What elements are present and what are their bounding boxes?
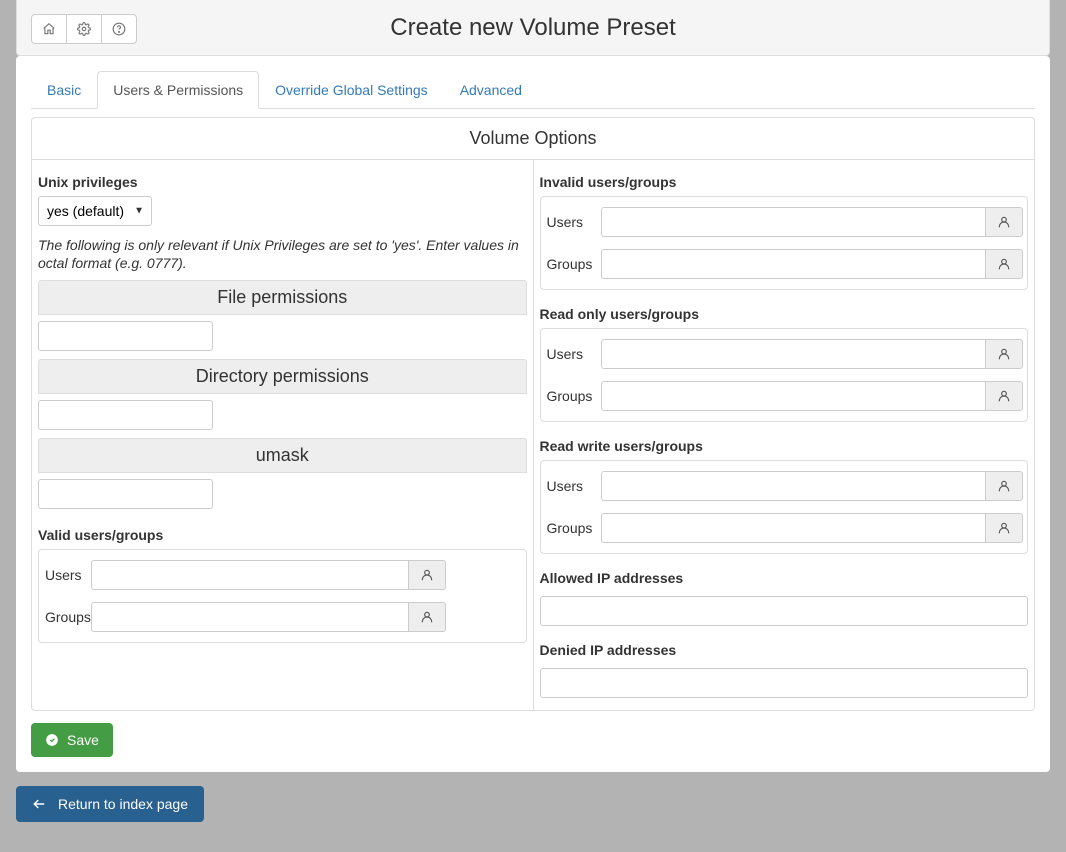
invalid-groups-picker[interactable] — [985, 249, 1023, 279]
user-icon — [420, 610, 434, 624]
volume-options-section: Volume Options Unix privileges yes (defa… — [31, 117, 1035, 711]
rw-groups-input[interactable] — [601, 513, 986, 543]
user-icon — [997, 479, 1011, 493]
user-icon — [420, 568, 434, 582]
home-button[interactable] — [31, 14, 67, 44]
arrow-left-icon — [32, 797, 58, 811]
return-button-label: Return to index page — [58, 796, 188, 812]
user-icon — [997, 521, 1011, 535]
tab-basic[interactable]: Basic — [31, 71, 97, 109]
ro-users-picker[interactable] — [985, 339, 1023, 369]
help-button[interactable] — [101, 14, 137, 44]
ro-groups-input[interactable] — [601, 381, 986, 411]
left-column: Unix privileges yes (default) ▼ The foll… — [32, 160, 534, 710]
umask-header: umask — [38, 438, 527, 473]
right-column: Invalid users/groups Users — [534, 160, 1035, 710]
tab-nav: Basic Users & Permissions Override Globa… — [31, 71, 1035, 109]
invalid-users-label: Users — [545, 214, 601, 230]
tab-advanced[interactable]: Advanced — [444, 71, 538, 109]
denied-ip-input[interactable] — [540, 668, 1029, 698]
user-icon — [997, 347, 1011, 361]
file-perm-header: File permissions — [38, 280, 527, 315]
unix-priv-select[interactable]: yes (default) — [38, 196, 152, 226]
gear-icon — [77, 22, 91, 36]
home-icon — [42, 22, 56, 36]
valid-groups-picker[interactable] — [408, 602, 446, 632]
settings-button[interactable] — [66, 14, 102, 44]
unix-priv-select-wrap: yes (default) ▼ — [38, 196, 152, 226]
ro-panel: Users Groups — [540, 328, 1029, 422]
header-icon-group — [31, 14, 137, 44]
return-button[interactable]: Return to index page — [16, 786, 204, 822]
valid-panel: Users Groups — [38, 549, 527, 643]
allowed-ip-label: Allowed IP addresses — [540, 570, 1029, 586]
rw-users-picker[interactable] — [985, 471, 1023, 501]
rw-groups-picker[interactable] — [985, 513, 1023, 543]
rw-users-input[interactable] — [601, 471, 986, 501]
rw-panel: Users Groups — [540, 460, 1029, 554]
invalid-panel: Users Groups — [540, 196, 1029, 290]
save-button[interactable]: Save — [31, 723, 113, 757]
user-icon — [997, 389, 1011, 403]
valid-users-input[interactable] — [91, 560, 408, 590]
page-title: Create new Volume Preset — [390, 14, 675, 42]
dir-perm-input[interactable] — [38, 400, 213, 430]
check-circle-icon — [45, 733, 67, 747]
valid-users-picker[interactable] — [408, 560, 446, 590]
rw-users-label: Users — [545, 478, 601, 494]
denied-ip-label: Denied IP addresses — [540, 642, 1029, 658]
help-icon — [112, 22, 126, 36]
valid-groups-label: Groups — [43, 609, 91, 625]
valid-users-label: Users — [43, 567, 91, 583]
unix-priv-label: Unix privileges — [38, 174, 527, 190]
file-perm-input[interactable] — [38, 321, 213, 351]
tab-override[interactable]: Override Global Settings — [259, 71, 444, 109]
valid-groups-input[interactable] — [91, 602, 408, 632]
allowed-ip-input[interactable] — [540, 596, 1029, 626]
user-icon — [997, 215, 1011, 229]
invalid-users-input[interactable] — [601, 207, 986, 237]
umask-input[interactable] — [38, 479, 213, 509]
ro-label: Read only users/groups — [540, 306, 1029, 322]
user-icon — [997, 257, 1011, 271]
ro-users-label: Users — [545, 346, 601, 362]
invalid-label: Invalid users/groups — [540, 174, 1029, 190]
save-button-label: Save — [67, 732, 99, 748]
dir-perm-header: Directory permissions — [38, 359, 527, 394]
rw-label: Read write users/groups — [540, 438, 1029, 454]
ro-groups-picker[interactable] — [985, 381, 1023, 411]
ro-users-input[interactable] — [601, 339, 986, 369]
unix-priv-help: The following is only relevant if Unix P… — [38, 236, 527, 272]
page-header: Create new Volume Preset — [16, 0, 1050, 56]
tab-users-permissions[interactable]: Users & Permissions — [97, 71, 259, 109]
invalid-groups-label: Groups — [545, 256, 601, 272]
ro-groups-label: Groups — [545, 388, 601, 404]
rw-groups-label: Groups — [545, 520, 601, 536]
main-panel: Basic Users & Permissions Override Globa… — [16, 56, 1050, 772]
invalid-users-picker[interactable] — [985, 207, 1023, 237]
invalid-groups-input[interactable] — [601, 249, 986, 279]
section-title: Volume Options — [32, 118, 1034, 160]
valid-label: Valid users/groups — [38, 527, 527, 543]
